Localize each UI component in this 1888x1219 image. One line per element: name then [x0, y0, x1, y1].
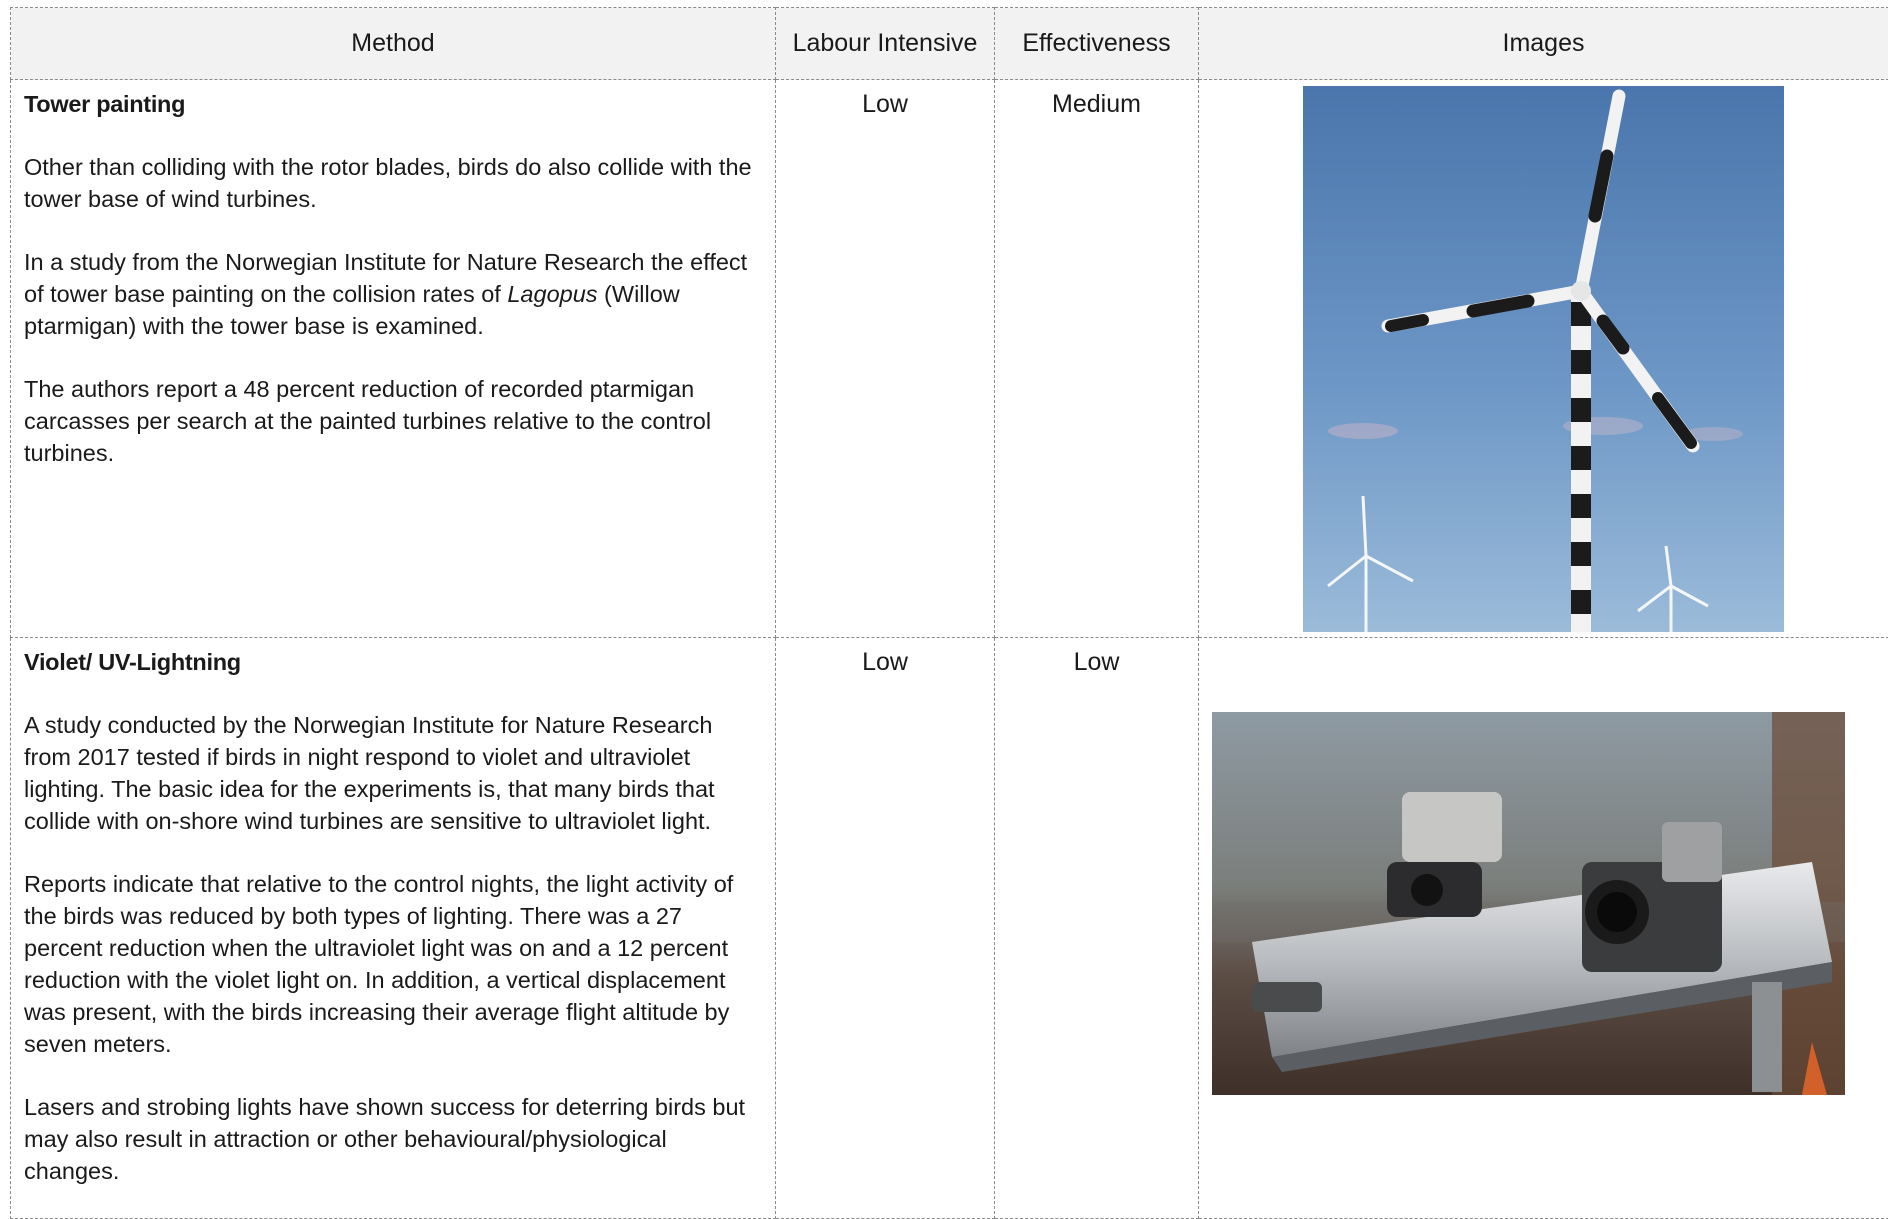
painted-wind-turbine-photo: [1303, 86, 1784, 632]
method-paragraph: A study conducted by the Norwegian Insti…: [24, 709, 762, 837]
method-paragraph-with-species: In a study from the Norwegian Institute …: [24, 246, 762, 342]
images-cell: [1199, 638, 1888, 1219]
effectiveness-cell: Medium: [995, 80, 1199, 638]
method-cell: Tower painting Other than colliding with…: [11, 80, 776, 638]
effectiveness-cell: Low: [995, 638, 1199, 1219]
images-cell: [1199, 80, 1888, 638]
mitigation-methods-table: Method Labour Intensive Effectiveness Im…: [10, 7, 1888, 1219]
header-labour-intensive: Labour Intensive: [776, 8, 995, 80]
method-paragraph: Lasers and strobing lights have shown su…: [24, 1091, 762, 1187]
method-paragraph: Reports indicate that relative to the co…: [24, 868, 762, 1060]
table-row-uv-lightning: Violet/ UV-Lightning A study conducted b…: [11, 638, 1888, 1219]
method-title: Tower painting: [24, 88, 762, 120]
header-method: Method: [11, 8, 776, 80]
header-row: Method Labour Intensive Effectiveness Im…: [11, 8, 1888, 80]
method-paragraph: Other than colliding with the rotor blad…: [24, 151, 762, 215]
header-images: Images: [1199, 8, 1888, 80]
method-paragraph: The authors report a 48 percent reductio…: [24, 373, 762, 469]
uv-light-device-photo: [1212, 712, 1845, 1095]
method-cell: Violet/ UV-Lightning A study conducted b…: [11, 638, 776, 1219]
method-title: Violet/ UV-Lightning: [24, 646, 762, 678]
labour-intensive-cell: Low: [776, 638, 995, 1219]
header-effectiveness: Effectiveness: [995, 8, 1199, 80]
table-row-tower-painting: Tower painting Other than colliding with…: [11, 80, 1888, 638]
species-name: Lagopus: [507, 281, 597, 307]
labour-intensive-cell: Low: [776, 80, 995, 638]
